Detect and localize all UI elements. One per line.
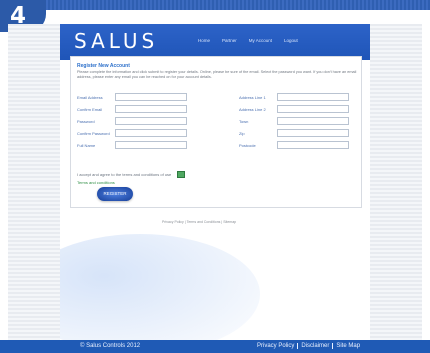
field-password: Password (77, 117, 187, 125)
field-address-2: Address Line 2 (239, 105, 349, 113)
address-2-input[interactable] (277, 105, 349, 113)
footer-bar: © Salus Controls 2012 Privacy Policy Dis… (0, 340, 430, 353)
page-footer-links[interactable]: Privacy Policy | Terms and Conditions | … (162, 220, 236, 224)
form-intro: Please complete the information and clic… (77, 70, 357, 79)
postcode-input[interactable] (277, 141, 349, 149)
confirm-email-input[interactable] (115, 105, 187, 113)
label-zip: Zip (239, 130, 245, 136)
field-address-1: Address Line 1 (239, 93, 349, 101)
footer-link-disclaimer[interactable]: Disclaimer (297, 343, 332, 349)
field-postcode: Postcode (239, 141, 349, 149)
register-button[interactable]: REGISTER (97, 187, 133, 201)
terms-row: I accept and agree to the terms and cond… (77, 171, 186, 178)
address-1-input[interactable] (277, 93, 349, 101)
label-town: Town (239, 118, 249, 124)
confirm-password-input[interactable] (115, 129, 187, 137)
field-town: Town (239, 117, 349, 125)
footer-link-site-map[interactable]: Site Map (332, 343, 363, 349)
nav-partner[interactable]: Partner (222, 38, 237, 43)
label-full-name: Full Name (77, 142, 96, 148)
field-confirm-password: Confirm Password (77, 129, 187, 137)
salus-page: SALUS Home Partner My Account Logout Reg… (60, 24, 370, 340)
copyright-text: © Salus Controls 2012 (80, 343, 141, 349)
right-margin (370, 24, 422, 340)
register-form-card: Register New Account Please complete the… (70, 56, 362, 208)
field-email: Email Address (77, 93, 187, 101)
email-input[interactable] (115, 93, 187, 101)
nav-my-account[interactable]: My Account (249, 38, 272, 43)
salus-logo[interactable]: SALUS (74, 29, 158, 53)
label-confirm-email: Confirm Email (77, 106, 103, 112)
town-input[interactable] (277, 117, 349, 125)
terms-checkbox[interactable] (177, 171, 186, 178)
label-address-1: Address Line 1 (239, 94, 266, 100)
top-nav: Home Partner My Account Logout (198, 38, 356, 43)
field-full-name: Full Name (77, 141, 187, 149)
full-name-input[interactable] (115, 141, 187, 149)
nav-home[interactable]: Home (198, 38, 210, 43)
zip-input[interactable] (277, 129, 349, 137)
field-zip: Zip (239, 129, 349, 137)
field-confirm-email: Confirm Email (77, 105, 187, 113)
decorative-wave (60, 234, 260, 340)
label-password: Password (77, 118, 95, 124)
footer-links: Privacy Policy Disclaimer Site Map (254, 343, 363, 349)
terms-text: I accept and agree to the terms and cond… (77, 172, 172, 177)
header-band: SALUS Home Partner My Account Logout (60, 24, 370, 60)
form-title: Register New Account (77, 63, 130, 69)
footer-link-privacy[interactable]: Privacy Policy (254, 343, 297, 349)
password-input[interactable] (115, 117, 187, 125)
label-postcode: Postcode (239, 142, 256, 148)
label-email: Email Address (77, 94, 103, 100)
left-margin (8, 24, 60, 340)
terms-link[interactable]: Terms and conditions (77, 180, 115, 185)
nav-logout[interactable]: Logout (284, 38, 298, 43)
label-address-2: Address Line 2 (239, 106, 266, 112)
label-confirm-password: Confirm Password (77, 130, 110, 136)
screenshot-frame: 4 SALUS Home Partner My Account Logout R… (0, 0, 430, 353)
top-stripe (0, 0, 430, 10)
